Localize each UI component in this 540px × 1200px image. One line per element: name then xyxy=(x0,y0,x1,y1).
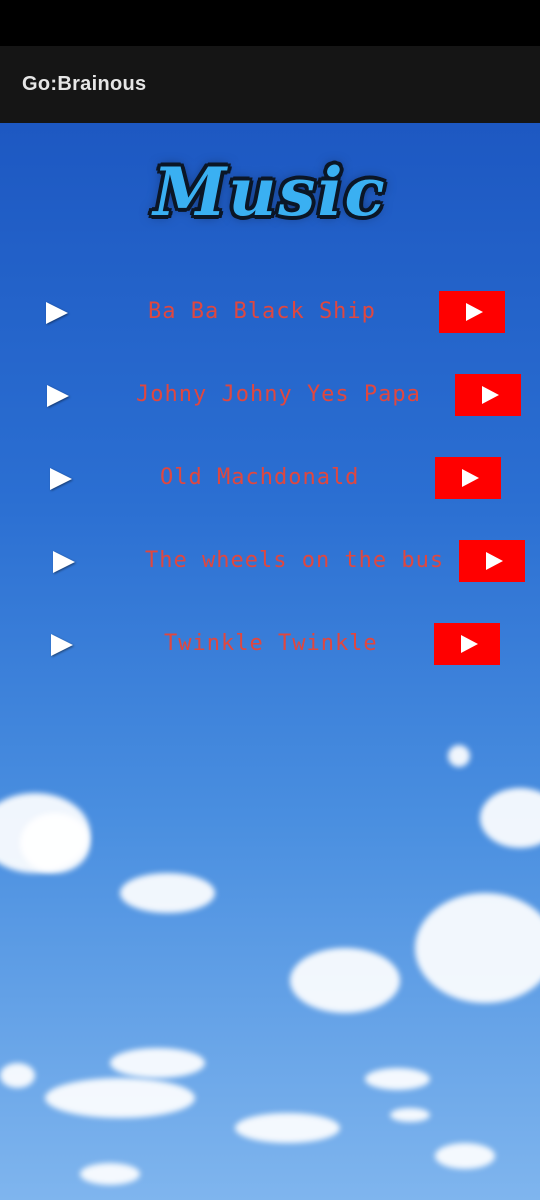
app-title: Go:Brainous xyxy=(22,73,147,95)
play-icon[interactable] xyxy=(50,468,72,490)
play-icon[interactable] xyxy=(51,634,73,656)
song-row-johny-johny[interactable]: Johny Johny Yes Papa xyxy=(0,374,540,418)
app-bar: Go:Brainous xyxy=(0,46,540,123)
youtube-play-button[interactable] xyxy=(439,291,505,333)
youtube-play-icon xyxy=(460,635,478,653)
song-title[interactable]: Old Machdonald xyxy=(160,465,359,490)
youtube-play-icon xyxy=(461,469,479,487)
youtube-play-icon xyxy=(485,552,503,570)
play-icon[interactable] xyxy=(46,302,68,324)
song-title[interactable]: Johny Johny Yes Papa xyxy=(136,382,421,407)
youtube-play-icon xyxy=(481,386,499,404)
play-icon[interactable] xyxy=(47,385,69,407)
youtube-play-button[interactable] xyxy=(459,540,525,582)
youtube-play-icon xyxy=(465,303,483,321)
play-icon[interactable] xyxy=(53,551,75,573)
song-row-wheels-on-the-bus[interactable]: The wheels on the bus xyxy=(0,540,540,584)
song-row-old-machdonald[interactable]: Old Machdonald xyxy=(0,457,540,501)
youtube-play-button[interactable] xyxy=(455,374,521,416)
song-title[interactable]: Ba Ba Black Ship xyxy=(148,299,376,324)
song-row-twinkle-twinkle[interactable]: Twinkle Twinkle xyxy=(0,623,540,667)
music-title: Music xyxy=(153,153,387,231)
youtube-play-button[interactable] xyxy=(435,457,501,499)
song-row-ba-ba-black-ship[interactable]: Ba Ba Black Ship xyxy=(0,291,540,335)
song-title[interactable]: Twinkle Twinkle xyxy=(164,631,378,656)
song-title[interactable]: The wheels on the bus xyxy=(145,548,444,573)
youtube-play-button[interactable] xyxy=(434,623,500,665)
music-title-banner: Music xyxy=(0,142,540,242)
status-bar xyxy=(0,0,540,46)
